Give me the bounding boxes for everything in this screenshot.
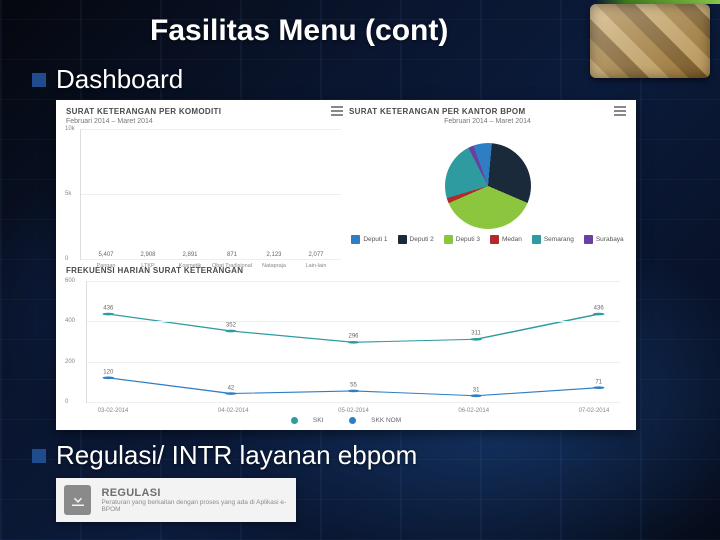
bullet-label: Regulasi/ INTR layanan ebpom bbox=[56, 440, 417, 471]
bullet-icon bbox=[32, 449, 46, 463]
hamburger-icon[interactable] bbox=[331, 106, 343, 116]
bar-chart-subtitle: Februari 2014 – Maret 2014 bbox=[66, 118, 343, 125]
bullet-label: Dashboard bbox=[56, 64, 183, 95]
bullet-dashboard: Dashboard bbox=[32, 64, 680, 95]
pie-chart-subtitle: Februari 2014 – Maret 2014 bbox=[349, 118, 626, 125]
hamburger-icon[interactable] bbox=[614, 106, 626, 116]
bullet-regulasi: Regulasi/ INTR layanan ebpom bbox=[32, 440, 680, 471]
bar-chart-card: SURAT KETERANGAN PER KOMODITI Februari 2… bbox=[66, 106, 343, 260]
pie-chart-title: SURAT KETERANGAN PER KANTOR BPOM bbox=[349, 107, 525, 116]
bar-chart: 05k10k5,407Pangan2,908LTKP2,891Kosmetik8… bbox=[80, 129, 341, 260]
bar-chart-title: SURAT KETERANGAN PER KOMODITI bbox=[66, 107, 221, 116]
download-icon bbox=[64, 485, 91, 515]
pie-legend: Deputi 1Deputi 2Deputi 3MedanSemarangSur… bbox=[351, 235, 623, 244]
regulasi-desc: Peraturan yang berkaitan dengan proses y… bbox=[101, 499, 288, 514]
bullet-icon bbox=[32, 73, 46, 87]
line-chart: 03-02-201404-02-201405-02-201406-02-2014… bbox=[86, 281, 620, 403]
slide-title: Fasilitas Menu (cont) bbox=[150, 14, 570, 48]
regulasi-card[interactable]: REGULASI Peraturan yang berkaitan dengan… bbox=[56, 478, 296, 522]
line-legend: SKI SKK NOM bbox=[66, 417, 626, 426]
pie-chart bbox=[445, 143, 531, 229]
pie-chart-card: SURAT KETERANGAN PER KANTOR BPOM Februar… bbox=[349, 106, 626, 260]
line-chart-card: FREKUENSI HARIAN SURAT KETERANGAN 03-02-… bbox=[66, 266, 626, 426]
dashboard-screenshot: SURAT KETERANGAN PER KOMODITI Februari 2… bbox=[56, 100, 636, 430]
regulasi-heading: REGULASI bbox=[101, 487, 288, 499]
